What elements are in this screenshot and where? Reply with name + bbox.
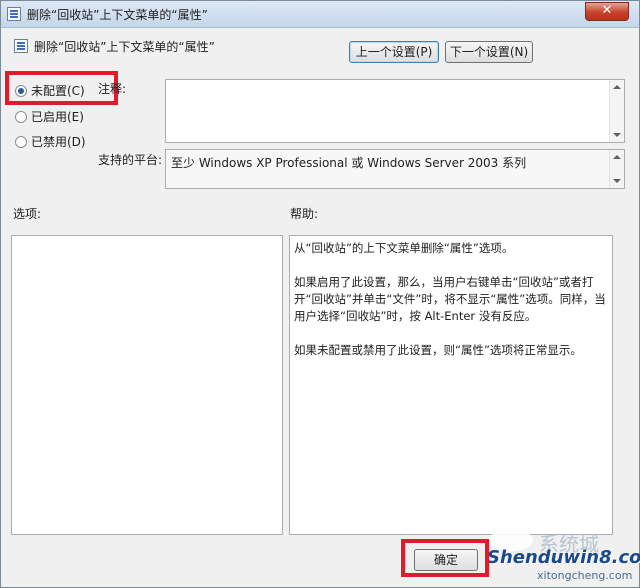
comment-label: 注释:	[98, 82, 127, 96]
previous-setting-button[interactable]: 上一个设置(P)	[349, 41, 439, 63]
platform-label: 支持的平台:	[98, 153, 163, 167]
title-bar[interactable]: 删除“回收站”上下文菜单的“属性” ✕	[1, 1, 639, 28]
scroll-up-arrow-icon[interactable]	[613, 155, 621, 159]
options-pane	[11, 235, 283, 535]
scroll-down-arrow-icon[interactable]	[613, 133, 621, 137]
radio-button[interactable]	[15, 135, 27, 148]
highlight-box-ok	[401, 539, 489, 577]
radio-disabled[interactable]: 已禁用(D)	[15, 133, 86, 150]
policy-setting-window: 删除“回收站”上下文菜单的“属性” ✕ 删除“回收站”上下文菜单的“属性” 上一…	[0, 0, 640, 588]
setting-icon	[14, 39, 28, 53]
help-pane: 从“回收站”的上下文菜单删除“属性”选项。 如果启用了此设置，那么，当用户右键单…	[289, 235, 613, 535]
next-setting-button[interactable]: 下一个设置(N)	[445, 41, 533, 63]
help-paragraph: 如果启用了此设置，那么，当用户右键单击“回收站”或者打开“回收站”并单击“文件”…	[294, 275, 606, 323]
help-label: 帮助:	[290, 207, 319, 221]
help-paragraph: 从“回收站”的上下文菜单删除“属性”选项。	[294, 241, 514, 255]
comment-scrollbar[interactable]	[609, 80, 624, 142]
help-paragraph: 如果未配置或禁用了此设置，则“属性”选项将正常显示。	[294, 343, 582, 357]
scroll-up-arrow-icon[interactable]	[613, 85, 621, 89]
radio-label: 已启用(E)	[31, 110, 84, 124]
platform-scrollbar[interactable]	[609, 150, 624, 188]
policy-icon	[7, 7, 21, 21]
platform-field: 至少 Windows XP Professional 或 Windows Ser…	[165, 149, 625, 189]
watermark-site: Shenduwin8.com	[487, 547, 640, 568]
comment-textarea[interactable]	[165, 79, 625, 143]
options-label: 选项:	[13, 207, 42, 221]
window-title: 删除“回收站”上下文菜单的“属性”	[27, 8, 208, 22]
help-text: 从“回收站”的上下文菜单删除“属性”选项。 如果启用了此设置，那么，当用户右键单…	[294, 240, 606, 376]
setting-title: 删除“回收站”上下文菜单的“属性”	[34, 40, 215, 54]
platform-value: 至少 Windows XP Professional 或 Windows Ser…	[171, 156, 527, 170]
radio-label: 已禁用(D)	[31, 135, 86, 149]
close-button[interactable]: ✕	[585, 2, 629, 21]
radio-button[interactable]	[15, 110, 27, 123]
scroll-down-arrow-icon[interactable]	[613, 179, 621, 183]
radio-enabled[interactable]: 已启用(E)	[15, 108, 84, 125]
watermark-site-secondary: xitongcheng.com	[537, 569, 633, 582]
